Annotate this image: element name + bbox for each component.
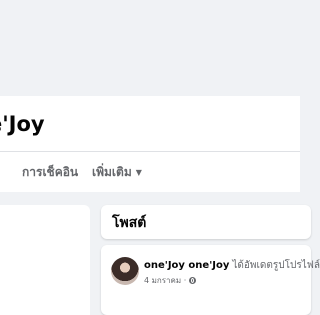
posts-title: โพสต์ — [112, 215, 147, 231]
post-card: one'Joy one'Joy ได้อัพเดตรูปโปรไฟล์ 4 มกร… — [101, 245, 320, 315]
tab-check-ins[interactable]: การเช็คอิน — [22, 152, 78, 192]
cover-photo-area — [0, 0, 300, 96]
profile-tabs: การเช็คอิน เพิ่มเติม ▼ — [0, 152, 300, 192]
tab-more-label: เพิ่มเติม — [92, 165, 132, 179]
post-meta-separator: · — [183, 276, 187, 285]
profile-header: e'Joy — [0, 96, 300, 152]
post-author-name[interactable]: one'Joy one'Joy — [144, 260, 229, 271]
globe-icon — [189, 277, 197, 284]
posts-header-card: โพสต์ — [101, 205, 311, 239]
profile-name: e'Joy — [0, 112, 45, 136]
post-meta: 4 มกราคม · — [144, 274, 197, 287]
tab-more[interactable]: เพิ่มเติม ▼ — [92, 152, 142, 192]
tab-check-ins-label: การเช็คอิน — [22, 165, 79, 179]
intro-card — [0, 205, 90, 315]
caret-down-icon: ▼ — [135, 168, 142, 177]
avatar[interactable] — [111, 257, 139, 285]
post-date[interactable]: 4 มกราคม — [144, 276, 181, 285]
post-action-text: ได้อัพเดตรูปโปรไฟล์ — [232, 260, 320, 271]
post-header: one'Joy one'Joy ได้อัพเดตรูปโปรไฟล์ — [144, 258, 320, 273]
